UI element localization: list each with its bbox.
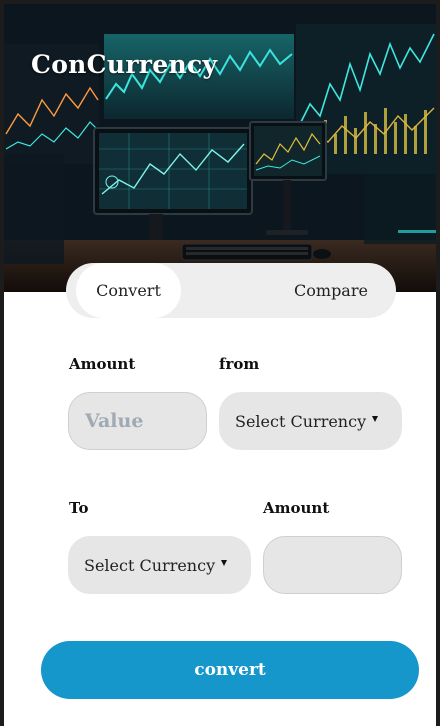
to-currency-value: Select Currency xyxy=(84,555,216,575)
dropdown-caret-icon xyxy=(221,560,228,566)
amount-to-label: Amount xyxy=(263,499,330,517)
from-currency-value: Select Currency xyxy=(235,411,367,431)
dropdown-caret-icon xyxy=(372,416,379,422)
to-currency-select[interactable]: Select Currency xyxy=(68,536,251,594)
convert-button[interactable]: convert xyxy=(41,641,419,699)
amount-from-input[interactable] xyxy=(69,393,206,449)
from-currency-select[interactable]: Select Currency xyxy=(219,392,402,450)
amount-from-field xyxy=(68,392,207,450)
hero-image: ConCurrency xyxy=(4,4,436,292)
to-currency-label: To xyxy=(69,499,89,517)
trading-desk-illustration xyxy=(4,4,436,292)
app-title: ConCurrency xyxy=(31,50,218,79)
mode-tabs: Convert Compare xyxy=(66,263,396,318)
app-frame: ConCurrency Convert Compare Amount from … xyxy=(4,4,436,726)
amount-to-field[interactable] xyxy=(263,536,402,594)
tab-convert[interactable]: Convert xyxy=(76,263,181,318)
tab-compare[interactable]: Compare xyxy=(276,263,386,318)
from-currency-label: from xyxy=(219,355,260,373)
amount-from-label: Amount xyxy=(69,355,136,373)
